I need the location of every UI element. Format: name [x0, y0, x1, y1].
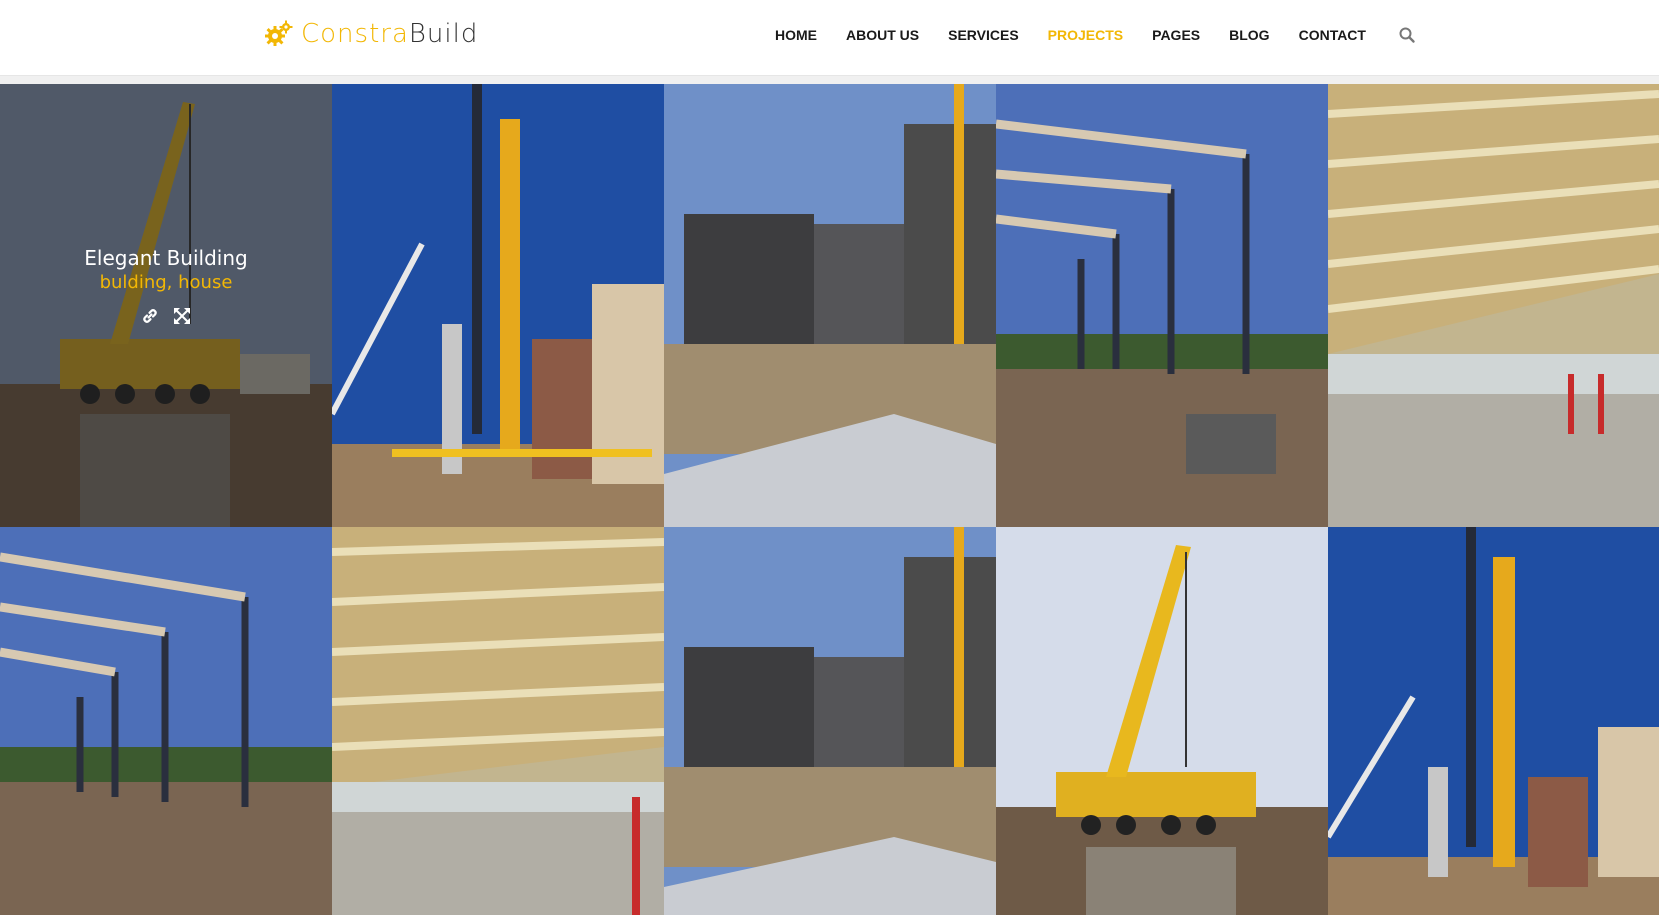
logo-text-build: Build	[408, 19, 479, 49]
nav-item-services[interactable]: SERVICES	[948, 27, 1019, 43]
nav-item-projects[interactable]: PROJECTS	[1048, 27, 1123, 43]
logo-text: ConstraBuild	[301, 19, 478, 49]
project-image-tower-crane	[332, 84, 664, 527]
project-gallery: Elegant Building bulding, house	[0, 84, 1659, 915]
header-divider	[0, 76, 1659, 84]
project-tile[interactable]: Elegant Building bulding, house	[0, 84, 332, 527]
project-tile[interactable]	[0, 527, 332, 915]
project-image-steel-frame	[996, 84, 1328, 527]
project-hover-overlay: Elegant Building bulding, house	[0, 84, 332, 527]
site-header: ConstraBuild HOME ABOUT US SERVICES PROJ…	[0, 0, 1659, 76]
nav-item-pages[interactable]: PAGES	[1152, 27, 1200, 43]
project-title[interactable]: Elegant Building	[84, 246, 247, 270]
project-image-tower-crane	[1328, 527, 1659, 915]
logo-text-constra: Constra	[301, 19, 409, 49]
project-tile[interactable]	[664, 527, 996, 915]
project-tile[interactable]	[996, 527, 1328, 915]
project-tile[interactable]	[996, 84, 1328, 527]
project-tags: bulding, house	[99, 272, 233, 293]
link-icon[interactable]	[141, 307, 159, 325]
project-tile[interactable]	[1328, 527, 1659, 915]
project-image-scaffold-building	[664, 84, 996, 527]
main-nav: HOME ABOUT US SERVICES PROJECTS PAGES BL…	[775, 24, 1416, 46]
gears-icon	[265, 20, 293, 46]
project-tile[interactable]	[664, 84, 996, 527]
project-tile[interactable]	[332, 527, 664, 915]
expand-icon[interactable]	[173, 307, 191, 325]
project-actions	[141, 307, 191, 325]
project-image-crane	[996, 527, 1328, 915]
search-icon[interactable]	[1398, 26, 1416, 44]
nav-item-blog[interactable]: BLOG	[1229, 27, 1269, 43]
project-tile[interactable]	[1328, 84, 1659, 527]
project-image-steel-frame	[0, 527, 332, 915]
project-image-wood-truss	[1328, 84, 1659, 527]
nav-item-contact[interactable]: CONTACT	[1299, 27, 1366, 43]
project-image-wood-truss	[332, 527, 664, 915]
nav-item-about-us[interactable]: ABOUT US	[846, 27, 919, 43]
site-logo[interactable]: ConstraBuild	[263, 16, 478, 52]
project-tile[interactable]	[332, 84, 664, 527]
nav-item-home[interactable]: HOME	[775, 27, 817, 43]
project-image-scaffold-building	[664, 527, 996, 915]
